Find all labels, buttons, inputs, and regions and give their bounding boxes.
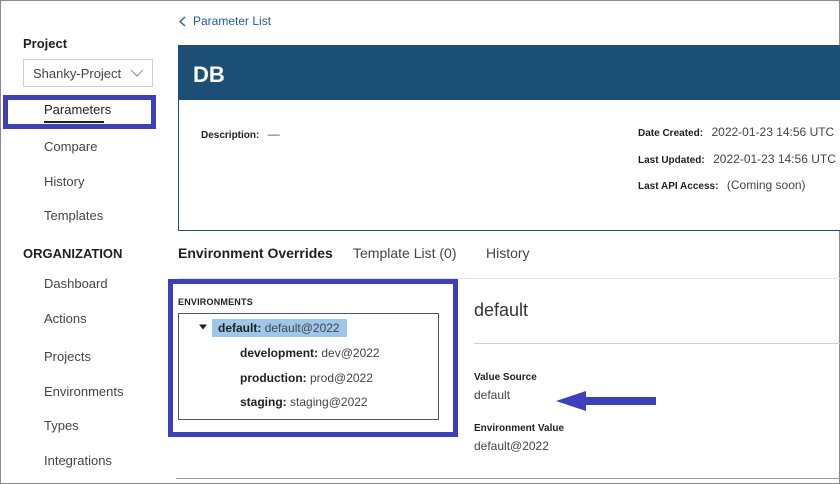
parameter-card: DB Description: — Date Created: 2022-01-… — [178, 45, 840, 231]
chevron-left-icon — [179, 15, 186, 27]
nav-item-actions[interactable]: Actions — [44, 311, 87, 326]
nav-item-projects[interactable]: Projects — [44, 349, 91, 364]
date-created-label: Date Created: — [638, 128, 704, 139]
detail-title: default — [474, 300, 529, 320]
last-updated-label: Last Updated: — [638, 155, 705, 166]
value-source-label: Value Source — [474, 372, 537, 383]
project-select[interactable]: Shanky-Project — [23, 59, 153, 87]
environment-value: default@2022 — [474, 439, 549, 453]
tab-history[interactable]: History — [486, 245, 530, 261]
description-row: Description: — — [201, 125, 280, 143]
parameters-highlight-box — [3, 95, 156, 129]
nav-item-types[interactable]: Types — [44, 418, 79, 433]
nav-item-history[interactable]: History — [44, 174, 84, 189]
project-select-value: Shanky-Project — [33, 65, 122, 81]
bottom-divider — [176, 478, 840, 479]
nav-item-integrations[interactable]: Integrations — [44, 453, 112, 468]
arrow-left-icon — [556, 391, 656, 411]
description-label: Description: — [201, 130, 260, 141]
nav-item-compare[interactable]: Compare — [44, 139, 97, 154]
last-api-access-row: Last API Access: (Coming soon) — [638, 176, 806, 194]
last-updated-row: Last Updated: 2022-01-23 14:56 UTC — [638, 150, 836, 168]
last-api-access-label: Last API Access: — [638, 181, 719, 192]
description-value: — — [267, 127, 280, 141]
tab-template-list[interactable]: Template List (0) — [353, 245, 456, 261]
environment-value-label: Environment Value — [474, 423, 565, 434]
nav-item-templates[interactable]: Templates — [44, 208, 103, 223]
nav-item-dashboard[interactable]: Dashboard — [44, 276, 108, 291]
tab-environment-overrides[interactable]: Environment Overrides — [178, 245, 333, 261]
breadcrumb[interactable]: Parameter List — [179, 14, 271, 28]
parameter-header-band: DB — [179, 46, 840, 100]
parameter-title: DB — [193, 62, 225, 87]
environments-highlight-box — [168, 279, 458, 437]
date-created-value: 2022-01-23 14:56 UTC — [711, 125, 835, 139]
detail-divider — [474, 343, 840, 344]
value-source-value: default — [474, 388, 511, 402]
organization-heading: ORGANIZATION — [23, 246, 123, 261]
last-updated-value: 2022-01-23 14:56 UTC — [713, 152, 836, 166]
nav-item-environments[interactable]: Environments — [44, 384, 123, 399]
chevron-down-icon — [130, 69, 144, 77]
breadcrumb-link[interactable]: Parameter List — [193, 14, 271, 28]
last-api-access-value: (Coming soon) — [726, 178, 806, 192]
project-heading: Project — [23, 36, 68, 51]
date-created-row: Date Created: 2022-01-23 14:56 UTC — [638, 123, 834, 141]
